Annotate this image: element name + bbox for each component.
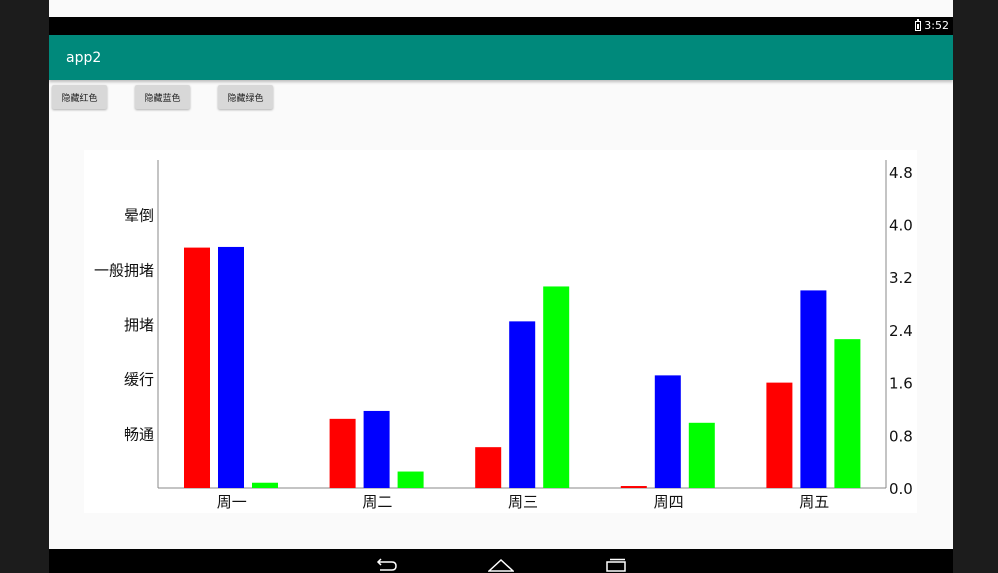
status-time: 3:52	[924, 19, 949, 32]
bar-series1-2	[329, 418, 356, 488]
x-tick-label: 周二	[362, 493, 392, 511]
navigation-bar	[49, 549, 953, 573]
right-tick-label: 2.4	[889, 322, 913, 340]
hide-green-button[interactable]: 隐藏绿色	[218, 85, 273, 109]
app-bar: app2	[49, 35, 953, 80]
bar-series1-5	[766, 382, 793, 488]
device-screen: 3:52 app2 隐藏红色 隐藏蓝色 隐藏绿色 周一 周二 周三 周四 周五 畅通 缓行 拥…	[49, 0, 953, 573]
right-tick-label: 0.0	[889, 480, 913, 498]
left-tick-label: 一般拥堵	[94, 261, 154, 279]
bar-series2-2	[363, 410, 390, 488]
bar-series2-5	[800, 290, 827, 488]
left-tick-label: 拥堵	[124, 316, 154, 334]
bar-series1-4	[620, 486, 647, 488]
bar-series3-1	[252, 482, 278, 488]
battery-charging-icon	[915, 18, 922, 31]
bar-series3-4	[688, 422, 715, 488]
bar-series1-3	[475, 447, 502, 488]
x-tick-label: 周五	[799, 493, 829, 511]
x-tick-label: 周一	[217, 493, 247, 511]
home-icon[interactable]	[488, 558, 514, 572]
bar-series3-2	[397, 471, 424, 488]
hide-blue-button[interactable]: 隐藏蓝色	[135, 85, 190, 109]
bar-chart: 周一 周二 周三 周四 周五 畅通 缓行 拥堵 一般拥堵 晕倒 0.0 0.8 1.6 2.4 3.2 4.0…	[84, 150, 917, 513]
bar-series2-1	[218, 246, 244, 488]
right-tick-label: 0.8	[889, 427, 913, 445]
bar-series2-3	[509, 321, 536, 488]
bar-series3-3	[543, 286, 570, 488]
bar-series3-5	[834, 339, 861, 488]
right-tick-label: 4.8	[889, 164, 913, 182]
left-tick-label: 畅通	[124, 425, 154, 443]
x-tick-label: 周四	[654, 493, 684, 511]
app-title: app2	[66, 50, 102, 66]
right-tick-label: 4.0	[889, 217, 913, 235]
recents-icon[interactable]	[604, 558, 628, 572]
status-bar: 3:52	[49, 17, 953, 35]
x-tick-label: 周三	[508, 493, 538, 511]
left-tick-label: 晕倒	[124, 207, 154, 225]
chart-svg: 周一 周二 周三 周四 周五 畅通 缓行 拥堵 一般拥堵 晕倒 0.0 0.8 1.6 2.4 3.2 4.0…	[94, 160, 913, 511]
bar-series2-4	[654, 375, 681, 488]
hide-red-button[interactable]: 隐藏红色	[52, 85, 107, 109]
right-tick-label: 3.2	[889, 269, 913, 287]
bar-series1-1	[184, 247, 210, 488]
left-tick-label: 缓行	[124, 371, 154, 389]
back-icon[interactable]	[374, 558, 398, 572]
right-tick-label: 1.6	[889, 375, 913, 393]
